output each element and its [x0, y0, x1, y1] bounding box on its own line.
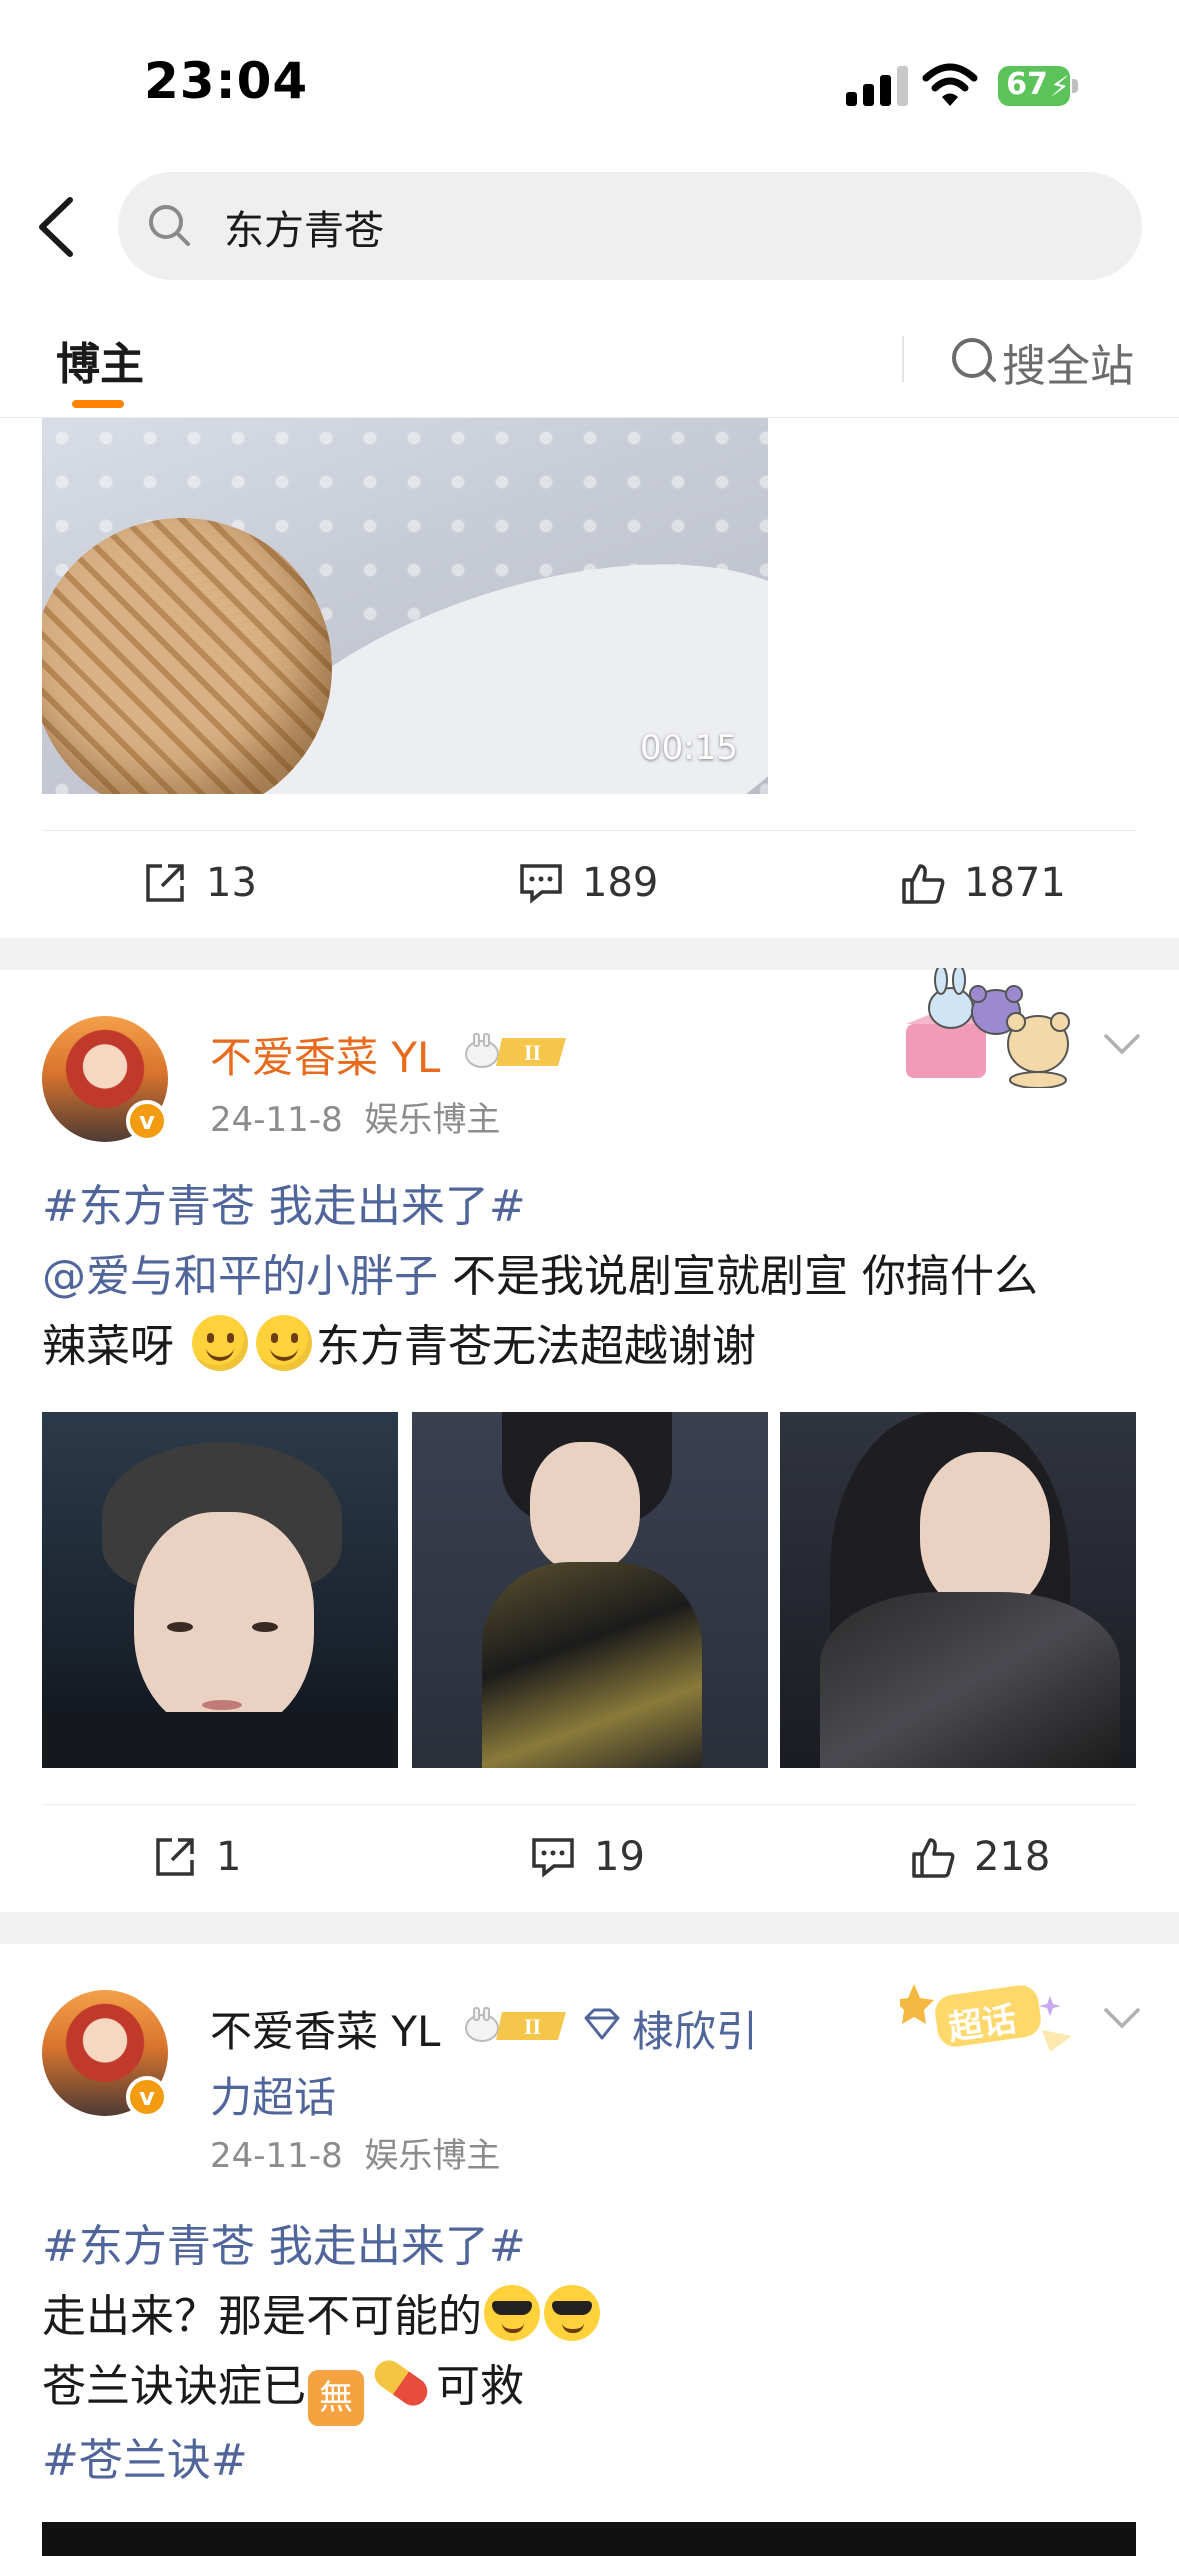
- verified-badge-icon: v: [126, 2076, 168, 2118]
- search-query: 东方青苍: [224, 208, 384, 254]
- post-text: 辣菜呀: [42, 1321, 188, 1372]
- post-category: 娱乐博主: [364, 2136, 501, 2176]
- post-text: 苍兰诀诀症已: [42, 2361, 306, 2412]
- video-duration: 00:15: [640, 728, 738, 768]
- comment-count: 19: [594, 1834, 645, 1880]
- cellular-signal-icon: [846, 66, 908, 106]
- tab-bar: 博主 搜全站: [0, 300, 1179, 418]
- post-action-bar: 13 189 1871: [42, 830, 1136, 934]
- supertopic-link-cont[interactable]: 力超话: [210, 2064, 336, 2125]
- post-body: #东方青苍 我走出来了# @爱与和平的小胖子 不是我说剧宣就剧宣 你搞什么 辣菜…: [42, 1172, 1038, 1382]
- topic-link[interactable]: #苍兰诀#: [42, 2435, 248, 2486]
- supertopic-sticker-text: 超话: [946, 1999, 1019, 2049]
- chevron-down-icon[interactable]: [1102, 1032, 1142, 1056]
- post-date: 24-11-8: [210, 1100, 343, 1140]
- pill-emoji-icon: [369, 2354, 433, 2412]
- repost-icon: [156, 1838, 194, 1876]
- post-action-bar: 1 19 218: [42, 1804, 1136, 1908]
- supertopic-link[interactable]: 棣欣引: [632, 1998, 758, 2059]
- post-image[interactable]: [412, 1412, 768, 1768]
- wifi-icon: [922, 63, 978, 106]
- cool-emoji-icon: [544, 2285, 600, 2341]
- tab-blogger[interactable]: 博主: [56, 328, 144, 392]
- battery-level: 67: [1006, 67, 1048, 102]
- post-category: 娱乐博主: [364, 1100, 501, 1140]
- post-date: 24-11-8: [210, 2136, 343, 2176]
- post-text: 不是我说剧宣就剧宣 你搞什么: [438, 1251, 1038, 1302]
- user-name[interactable]: 不爱香菜 YL: [210, 1024, 440, 1085]
- diamond-icon: [584, 2008, 620, 2040]
- search-icon: [149, 205, 190, 246]
- cool-emoji-icon: [484, 2285, 540, 2341]
- status-time: 23:04: [144, 52, 309, 110]
- repost-icon: [146, 864, 184, 902]
- topic-link[interactable]: #东方青苍 我走出来了#: [42, 1181, 526, 1232]
- bear-sticker-icon: [906, 968, 1070, 1088]
- supertopic-sticker: 超话: [900, 1976, 1076, 2060]
- topic-link[interactable]: #东方青苍 我走出来了#: [42, 2221, 526, 2272]
- divider: [902, 336, 904, 382]
- post-text: 走出来？那是不可能的: [42, 2291, 482, 2342]
- battery-icon: 67 ⚡: [998, 66, 1078, 106]
- post-media[interactable]: [42, 2522, 1136, 2556]
- search-all-site-label: 搜全站: [1002, 341, 1134, 392]
- repost-count: 1: [216, 1834, 242, 1880]
- comment-button[interactable]: 189: [518, 831, 658, 935]
- wu-emoji-icon: 無: [308, 2370, 364, 2426]
- feed-separator: [0, 1912, 1179, 1944]
- mention-link[interactable]: @爱与和平的小胖子: [42, 1251, 438, 1302]
- post-body: #东方青苍 我走出来了# 走出来？那是不可能的 苍兰诀诀症已無 可救 #苍兰诀#: [42, 2212, 602, 2496]
- post-image[interactable]: [780, 1412, 1136, 1768]
- smile-emoji-icon: [256, 1315, 312, 1371]
- member-level-icon: II: [465, 2007, 566, 2042]
- smile-emoji-icon: [192, 1315, 248, 1371]
- comment-count: 189: [582, 860, 659, 906]
- thumbs-up-icon: [902, 864, 945, 904]
- user-name[interactable]: 不爱香菜 YL: [210, 1998, 440, 2059]
- comment-icon: [532, 1838, 574, 1878]
- like-button[interactable]: 1871: [900, 831, 1066, 935]
- verified-badge-icon: v: [126, 1100, 168, 1142]
- video-thumbnail[interactable]: 00:15: [42, 418, 768, 794]
- status-bar: 23:04 67 ⚡: [0, 0, 1179, 160]
- comment-icon: [520, 864, 562, 904]
- repost-button[interactable]: 1: [152, 1805, 241, 1909]
- post-text: 东方青苍无法超越谢谢: [316, 1321, 756, 1372]
- like-count: 218: [974, 1834, 1051, 1880]
- active-tab-indicator: [72, 400, 124, 408]
- search-icon: [952, 338, 996, 382]
- like-count: 1871: [964, 860, 1066, 906]
- svg-text:II: II: [524, 1040, 541, 1065]
- repost-count: 13: [206, 860, 257, 906]
- post-meta: 24-11-8 娱乐博主: [210, 2128, 500, 2177]
- back-arrow-icon[interactable]: [28, 190, 88, 264]
- repost-button[interactable]: 13: [142, 831, 257, 935]
- svg-text:II: II: [524, 2014, 541, 2039]
- member-level-icon: II: [465, 1033, 566, 1068]
- chevron-down-icon[interactable]: [1102, 2006, 1142, 2030]
- comment-button[interactable]: 19: [530, 1805, 645, 1909]
- like-button[interactable]: 218: [910, 1805, 1050, 1909]
- post-meta: 24-11-8 娱乐博主: [210, 1092, 500, 1141]
- post-image[interactable]: [42, 1412, 398, 1768]
- thumbs-up-icon: [912, 1838, 955, 1878]
- post-text: 可救: [436, 2361, 524, 2412]
- feed-separator: [0, 938, 1179, 970]
- search-input[interactable]: 东方青苍: [118, 172, 1142, 280]
